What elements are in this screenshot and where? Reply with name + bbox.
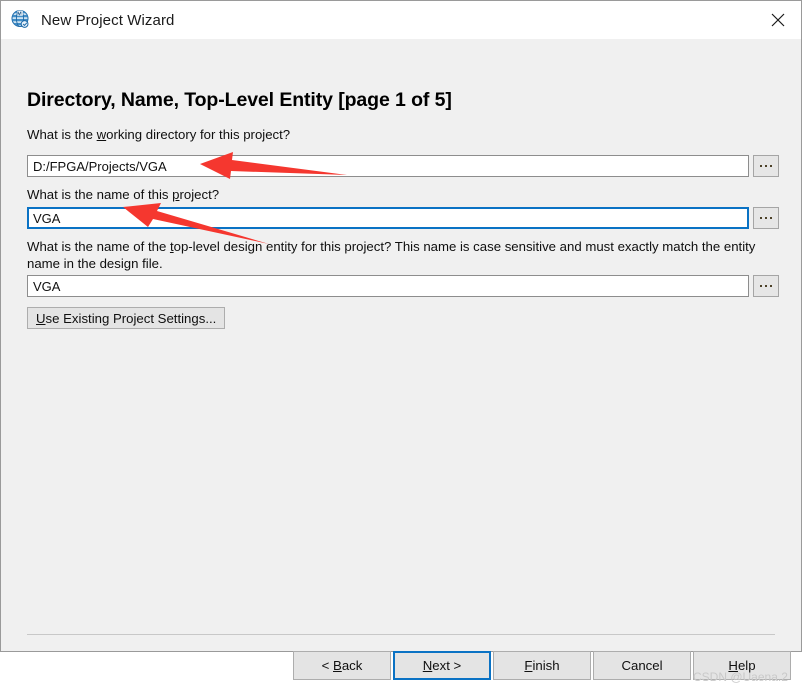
watermark: CSDN @Uaena.2 [693, 670, 788, 684]
working-directory-label-mnemonic: w [97, 127, 107, 142]
top-level-entity-label: What is the name of the top-level design… [27, 238, 757, 272]
globe-icon [10, 9, 32, 31]
back-button[interactable]: < Back [293, 651, 391, 680]
next-button-mnemonic: N [423, 658, 433, 673]
window-title: New Project Wizard [41, 12, 175, 29]
title-bar: New Project Wizard [1, 1, 801, 39]
dot-3-icon [770, 285, 773, 288]
working-directory-input[interactable]: D:/FPGA/Projects/VGA [27, 155, 749, 177]
working-directory-value: D:/FPGA/Projects/VGA [33, 159, 167, 174]
dot-2-icon [765, 217, 768, 220]
finish-button-mnemonic: F [524, 658, 532, 673]
top-level-entity-value: VGA [33, 279, 60, 294]
cancel-button[interactable]: Cancel [593, 651, 691, 680]
page-title: Directory, Name, Top-Level Entity [page … [27, 89, 452, 112]
cancel-button-mnemonic: C [621, 658, 631, 673]
finish-button-post: inish [532, 658, 559, 673]
back-button-post: ack [342, 658, 363, 673]
dot-3-icon [770, 217, 773, 220]
working-directory-label-post: orking directory for this project? [106, 127, 290, 142]
top-level-entity-label-pre: What is the name of the [27, 239, 170, 254]
new-project-wizard-dialog: New Project Wizard Directory, Name, Top-… [0, 0, 802, 652]
back-button-pre: < [322, 658, 333, 673]
dot-1-icon [760, 285, 763, 288]
top-level-entity-input[interactable]: VGA [27, 275, 749, 297]
working-directory-browse-button[interactable] [753, 155, 779, 177]
top-level-entity-browse-button[interactable] [753, 275, 779, 297]
use-existing-rest: se Existing Project Settings... [46, 311, 217, 326]
dot-2-icon [765, 285, 768, 288]
cancel-button-post: ancel [631, 658, 663, 673]
dialog-body: Directory, Name, Top-Level Entity [page … [1, 39, 801, 651]
close-icon[interactable] [755, 1, 801, 38]
use-existing-project-settings-button[interactable]: Use Existing Project Settings... [27, 307, 225, 329]
finish-button[interactable]: Finish [493, 651, 591, 680]
dot-1-icon [760, 217, 763, 220]
footer-separator [27, 634, 775, 635]
use-existing-mnemonic: U [36, 311, 46, 326]
project-name-input[interactable]: VGA [27, 207, 749, 229]
working-directory-label-pre: What is the [27, 127, 97, 142]
working-directory-label: What is the working directory for this p… [27, 127, 290, 142]
project-name-label-pre: What is the name of this [27, 187, 172, 202]
dot-2-icon [765, 165, 768, 168]
dot-3-icon [770, 165, 773, 168]
project-name-browse-button[interactable] [753, 207, 779, 229]
project-name-label: What is the name of this project? [27, 187, 219, 202]
next-button[interactable]: Next > [393, 651, 491, 680]
next-button-post: ext > [432, 658, 461, 673]
project-name-label-post: roject? [179, 187, 219, 202]
project-name-value: VGA [33, 211, 60, 226]
back-button-mnemonic: B [333, 658, 342, 673]
dot-1-icon [760, 165, 763, 168]
